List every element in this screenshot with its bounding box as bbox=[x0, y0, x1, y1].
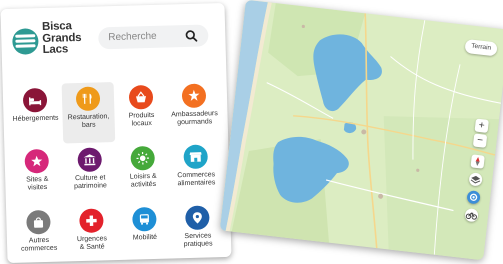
category-grid: Hébergements Restauration, bars Produits l… bbox=[9, 79, 221, 253]
layers-icon[interactable] bbox=[468, 172, 483, 187]
category-tile[interactable]: Autres commerces bbox=[12, 205, 66, 263]
basket-icon bbox=[128, 84, 154, 110]
category-label: Loisirs & activités bbox=[129, 172, 157, 189]
sun-icon bbox=[130, 145, 156, 171]
search-input[interactable]: Recherche bbox=[98, 24, 209, 50]
category-tile[interactable]: Sites & visites bbox=[10, 145, 64, 206]
category-tile[interactable]: Ambassadeurs gourmands bbox=[168, 79, 222, 140]
star-burst-icon bbox=[181, 83, 207, 109]
app-menu-panel: Bisca Grands Lacs Recherche Hébergements… bbox=[0, 2, 232, 264]
logo-wave-icon bbox=[12, 28, 39, 55]
category-tile[interactable]: Produits locaux bbox=[115, 81, 169, 142]
category-tile[interactable]: Hébergements bbox=[9, 84, 63, 145]
category-label: Culture et patrimoine bbox=[74, 174, 107, 191]
category-label: Produits locaux bbox=[128, 111, 155, 128]
bus-icon bbox=[132, 206, 157, 232]
category-label: Services pratiques bbox=[183, 232, 213, 249]
category-label: Urgences & Santé bbox=[76, 235, 108, 252]
map-view[interactable]: Terrain + − bbox=[219, 0, 503, 261]
locate-me-icon[interactable] bbox=[466, 190, 481, 205]
category-tile[interactable]: Services pratiques bbox=[171, 201, 225, 262]
zoom-in-button[interactable]: + bbox=[474, 118, 489, 133]
category-label: Hébergements bbox=[12, 114, 59, 123]
category-tile[interactable]: Loisirs & activités bbox=[116, 142, 170, 203]
compass-icon[interactable] bbox=[470, 154, 485, 169]
bike-icon[interactable] bbox=[464, 207, 479, 223]
restaurant-icon bbox=[75, 86, 101, 112]
brand-logo[interactable]: Bisca Grands Lacs bbox=[42, 20, 93, 57]
category-label: Mobilité bbox=[132, 233, 158, 242]
header: Bisca Grands Lacs Recherche bbox=[0, 3, 226, 73]
category-label: Sites & visites bbox=[26, 175, 49, 192]
category-tile[interactable]: Commerces alimentaires bbox=[169, 140, 223, 201]
category-tile[interactable]: Restauration, bars bbox=[61, 82, 116, 144]
brand-line-3: Lacs bbox=[42, 43, 69, 57]
category-label: Commerces alimentaires bbox=[177, 171, 216, 188]
zoom-out-button[interactable]: − bbox=[472, 133, 488, 148]
category-tile[interactable]: Culture et patrimoine bbox=[63, 143, 117, 204]
map-canvas[interactable] bbox=[219, 0, 503, 261]
category-label: Ambassadeurs gourmands bbox=[171, 110, 218, 127]
map-pin-icon bbox=[185, 205, 210, 231]
search-placeholder: Recherche bbox=[108, 30, 157, 44]
category-label: Autres commerces bbox=[21, 236, 58, 253]
category-tile[interactable]: Urgences & Santé bbox=[65, 204, 119, 263]
search-icon[interactable] bbox=[184, 29, 198, 43]
star-icon bbox=[24, 148, 50, 174]
bag-icon bbox=[26, 209, 51, 235]
museum-icon bbox=[77, 147, 103, 173]
bed-icon bbox=[22, 87, 48, 113]
health-cross-icon bbox=[79, 208, 104, 234]
shop-icon bbox=[183, 144, 209, 170]
category-tile[interactable]: Mobilité bbox=[118, 203, 172, 264]
category-label: Restauration, bars bbox=[67, 113, 110, 130]
